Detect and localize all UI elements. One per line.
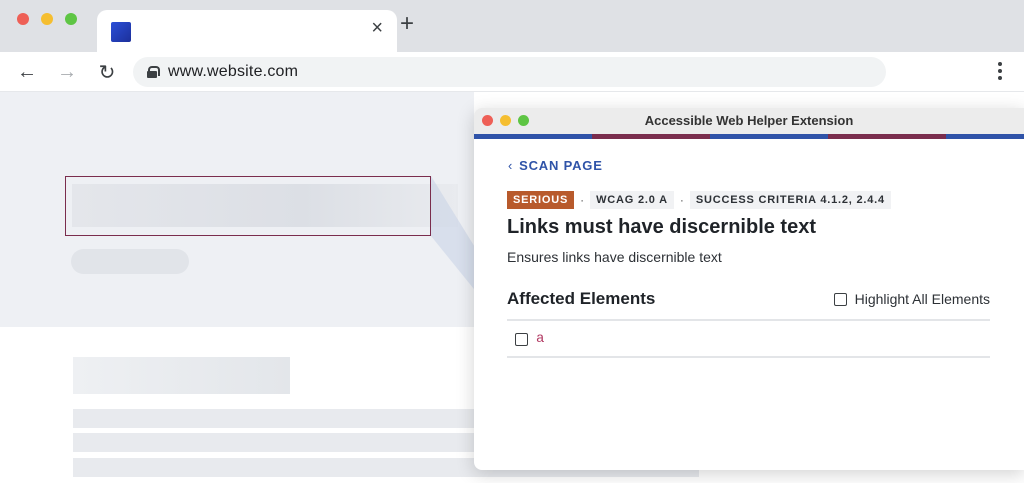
brand-stripe [592,134,710,139]
highlight-all-checkbox[interactable] [833,292,847,306]
brand-stripe [828,134,946,139]
chevron-left-icon: ‹ [508,158,514,173]
panel-titlebar: Accessible Web Helper Extension [474,108,1024,134]
issue-title: Links must have discernible text [507,216,816,238]
panel-window-title: Accessible Web Helper Extension [644,113,854,128]
badge-separator: · [580,193,585,207]
wcag-badge: WCAG 2.0 A [590,191,674,209]
highlight-all-toggle[interactable]: Highlight All Elements [833,291,990,307]
list-divider [507,319,990,321]
badge-separator: · [679,193,684,207]
element-checkbox[interactable] [515,332,528,346]
brand-stripe [710,134,828,139]
highlight-all-label: Highlight All Elements [854,291,990,307]
brand-stripe [946,134,1024,139]
list-divider [507,356,990,358]
brand-stripe [474,134,592,139]
affected-elements-heading: Affected Elements [507,289,656,308]
issue-badges: SERIOUS · WCAG 2.0 A · SUCCESS CRITERIA … [507,191,891,209]
affected-element-row[interactable]: a [515,331,544,347]
element-selector[interactable]: a [536,331,544,347]
issue-description: Ensures links have discernible text [507,249,722,265]
scan-page-label: SCAN PAGE [519,158,603,173]
extension-panel: Accessible Web Helper Extension ‹ SCAN PA… [474,108,1024,470]
scan-page-back-link[interactable]: ‹ SCAN PAGE [508,158,603,173]
severity-badge: SERIOUS [507,191,575,209]
criteria-badge: SUCCESS CRITERIA 4.1.2, 2.4.4 [689,191,891,209]
